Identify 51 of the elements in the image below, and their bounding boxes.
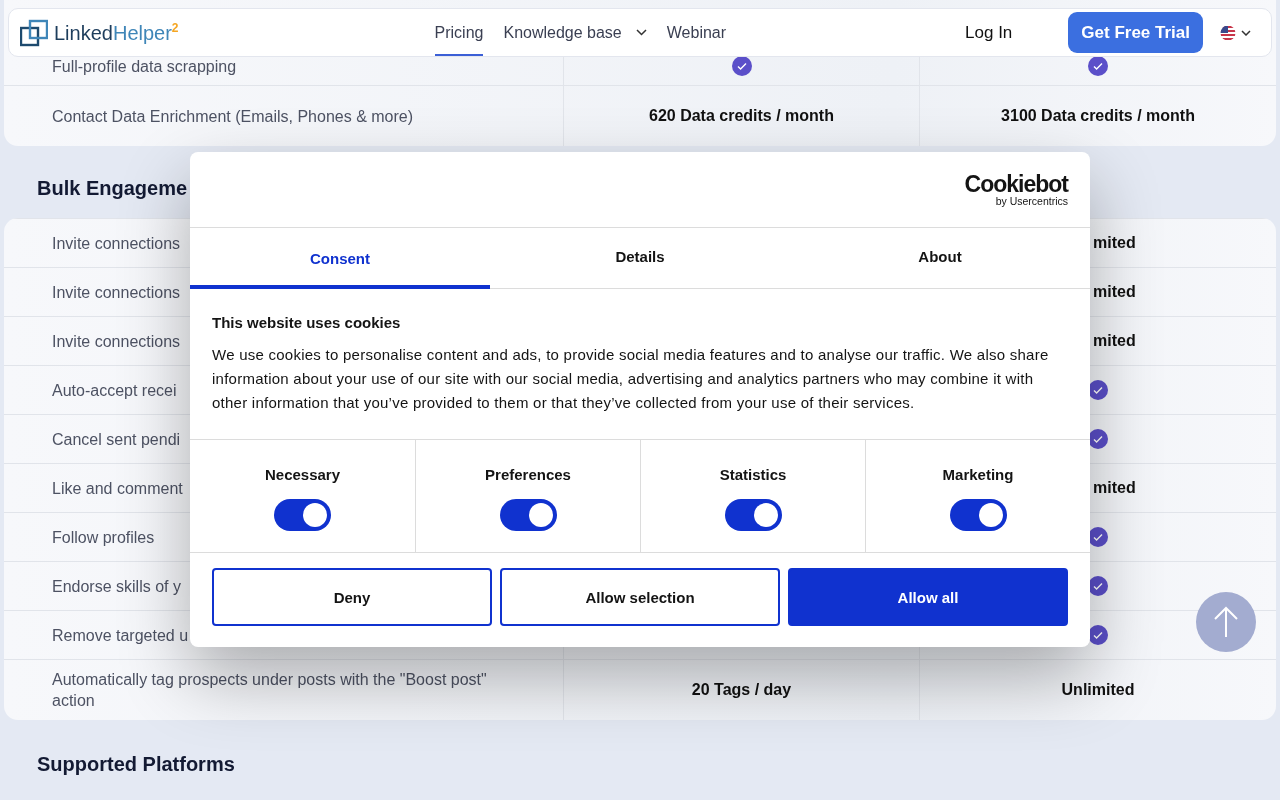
chevron-down-icon [1241,29,1251,36]
dialog-title: This website uses cookies [212,314,402,331]
plan-value: Unlimited [1061,681,1135,699]
feature-label: Remove targeted u [52,625,189,646]
feature-label: Like and comment [52,478,183,499]
plan-value: 3100 Data credits / month [1001,107,1195,125]
toggle-switch[interactable] [499,499,557,531]
login-button[interactable]: Log In [957,22,1021,43]
toggle-switch[interactable] [274,499,331,531]
dialog-tab[interactable]: About [790,228,1090,289]
language-selector[interactable] [1220,25,1251,40]
dialog-tab[interactable]: Consent [190,228,490,289]
dialog-tab[interactable]: Details [490,228,790,289]
feature-label: Contact Data Enrichment (Emails, Phones & more) [52,106,414,127]
feature-label: Endorse skills of y [52,576,181,597]
plan-value: mited [1093,234,1136,252]
feature-label: Invite connections [52,233,181,254]
plan-value: mited [1093,479,1136,497]
feature-label: Automatically tag prospects under posts with the "Boost post" action [52,670,488,711]
nav-link[interactable]: Pricing [434,9,484,56]
category-label: Preferences [485,466,571,483]
free-trial-button[interactable]: Get Free Trial [1068,12,1203,53]
category-label: Marketing [942,466,1014,483]
category-label: Statistics [719,466,787,483]
logo-subtitle: by Usercentrics [995,195,1068,207]
logo-icon [20,18,48,47]
cookie-notice: We use cookies to personalise content and ads, to provide social media features and to analyse our traffic. We also share information about your use of our site with our social media, advertising and analytics partners who may combine it with other information that you’ve provided to them or that they’ve collected from your use of their services. [212,345,1050,413]
consent-button[interactable]: Deny [212,568,492,626]
section-title: Supported Platforms [37,753,235,776]
feature-label: Invite connections [52,282,181,303]
feature-label: Cancel sent pendi [52,429,181,450]
category-label: Necessary [264,466,341,483]
plan-value: mited [1093,283,1136,301]
feature-label: Follow profiles [52,527,155,548]
section-title: Bulk Engageme [37,177,188,200]
toggle-switch[interactable] [949,499,1007,531]
feature-label: Auto-accept recei [52,380,177,401]
feature-label: Invite connections [52,331,181,352]
toggle-switch[interactable] [724,499,782,531]
nav-link[interactable]: Knowledge base [503,9,647,56]
allow-all-button[interactable]: Allow all [788,568,1068,626]
flag-icon [1220,25,1236,40]
plan-value: mited [1093,332,1136,350]
arrow-up-icon [1213,606,1239,638]
plan-value: 620 Data credits / month [649,107,834,125]
consent-button[interactable]: Allow selection [500,568,780,626]
logo-text[interactable]: LinkedHelper$^{2}$ [54,20,179,45]
nav-link[interactable]: Webinar [666,9,727,56]
feature-label: Full-profile data scrapping [52,56,237,77]
plan-value: 20 Tags / day [691,681,792,699]
cookiebot-logo: Cookiebot [964,172,1068,196]
